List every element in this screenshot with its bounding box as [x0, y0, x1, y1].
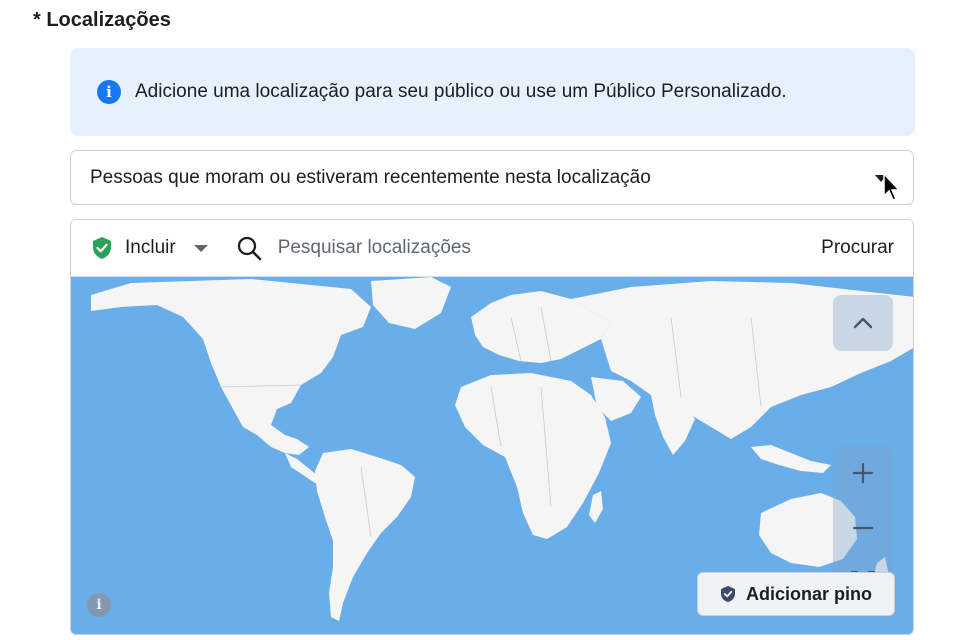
collapse-map-button[interactable]: [833, 295, 893, 351]
shield-check-icon: [93, 237, 111, 259]
include-label: Incluir: [125, 237, 176, 258]
info-banner-text: Adicione uma localização para seu públic…: [135, 81, 787, 102]
zoom-out-button[interactable]: [833, 500, 893, 555]
info-icon: i: [97, 80, 121, 104]
location-type-value: Pessoas que moram ou estiveram recenteme…: [90, 166, 651, 188]
search-icon: [237, 236, 261, 261]
add-pin-label: Adicionar pino: [746, 583, 872, 604]
search-locations-input[interactable]: [277, 237, 698, 259]
plus-icon: [852, 462, 874, 483]
caret-down-icon: [193, 244, 208, 252]
shield-check-icon: [721, 586, 735, 602]
location-type-select[interactable]: Pessoas que moram ou estiveram recenteme…: [70, 150, 914, 205]
map-panel: Incluir Procurar: [70, 219, 914, 635]
minus-icon: [852, 526, 874, 529]
zoom-in-button[interactable]: [833, 445, 893, 500]
include-dropdown[interactable]: Incluir: [91, 236, 208, 260]
map-toolbar: Incluir Procurar: [71, 220, 913, 277]
section-title: * Localizações: [33, 9, 171, 31]
map-info-icon[interactable]: i: [87, 593, 111, 617]
info-banner: i Adicione uma localização para seu públ…: [70, 48, 915, 136]
world-map[interactable]: Adicionar pino i: [71, 277, 913, 634]
add-pin-button[interactable]: Adicionar pino: [697, 572, 895, 616]
chevron-up-icon: [853, 317, 873, 329]
search-button[interactable]: Procurar: [821, 237, 894, 259]
mouse-cursor-icon: [883, 172, 901, 201]
